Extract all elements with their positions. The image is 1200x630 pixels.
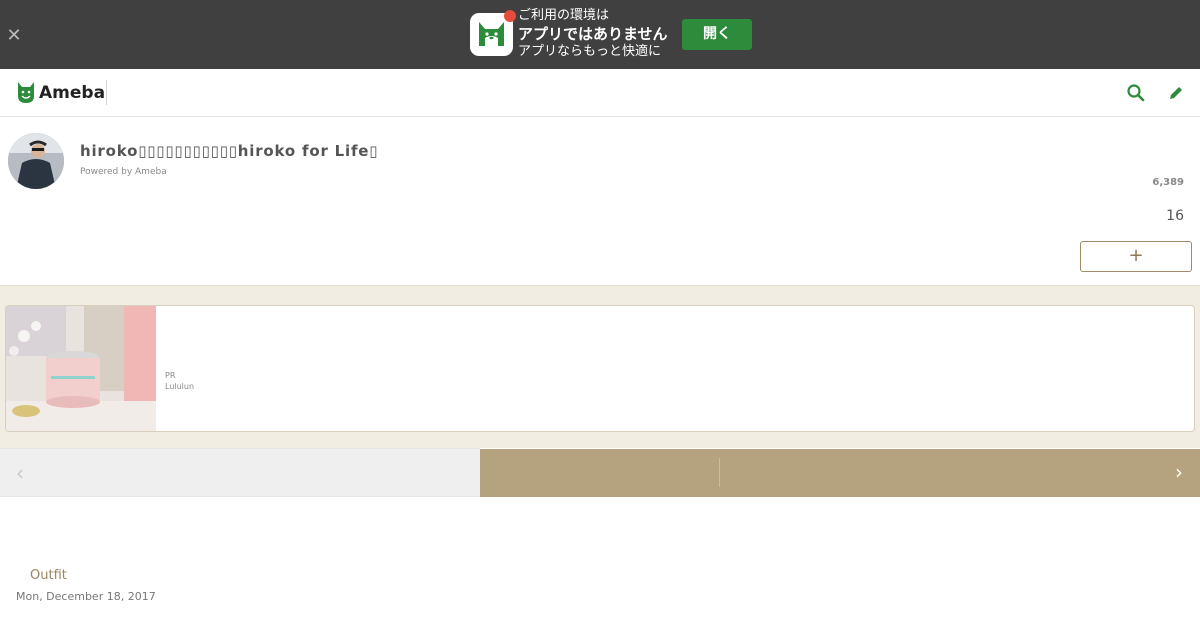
ad-pr-label: PR [165, 371, 176, 380]
pager-divider [719, 458, 720, 487]
blog-title[interactable]: hiroko▯▯▯▯▯▯▯▯▯▯▯hiroko for Life▯ [80, 142, 378, 160]
follower-count: 6,389 [1152, 177, 1184, 188]
banner-line-3: アプリならもっと快適に [518, 44, 662, 59]
app-banner: ✕ ご利用の環境は アプリではありません アプリならもっと快適に 開く [0, 0, 1200, 69]
ad-brand: Lululun [165, 382, 195, 391]
ameba-mascot-icon [18, 82, 34, 103]
ad-card[interactable]: PR Lululun [5, 305, 1195, 432]
chevron-right-icon: › [1175, 460, 1183, 484]
avatar[interactable] [8, 133, 64, 189]
next-entry-button[interactable]: › [480, 449, 1200, 497]
powered-by: Powered by Ameba [80, 167, 167, 177]
close-icon[interactable]: ✕ [6, 27, 22, 45]
notification-badge [504, 10, 516, 22]
header-divider [106, 80, 107, 105]
chevron-left-icon: ‹ [16, 461, 24, 485]
logo-text: Ameba [39, 83, 106, 103]
blog-profile: hiroko▯▯▯▯▯▯▯▯▯▯▯hiroko for Life▯ Powere… [0, 117, 1200, 285]
ad-product-image [6, 306, 156, 431]
search-icon[interactable] [1126, 83, 1146, 103]
ad-section: PR Lululun [0, 285, 1200, 448]
ameba-logo[interactable]: Ameba [16, 80, 105, 106]
banner-line-2: アプリではありません [518, 25, 668, 43]
entry-pager: ‹ › [0, 448, 1200, 497]
entry-theme-link[interactable]: Outfit [30, 568, 67, 583]
banner-line-1: ご利用の環境は [518, 8, 610, 23]
entry-date: Mon, December 18, 2017 [16, 590, 156, 603]
previous-entry-button[interactable]: ‹ [0, 448, 480, 497]
open-app-button[interactable]: 開く [682, 19, 752, 50]
secondary-count: 16 [1166, 208, 1184, 224]
banner-message: ご利用の環境は アプリではありません アプリならもっと快適に [518, 7, 668, 61]
pencil-icon[interactable] [1166, 83, 1186, 103]
follow-button[interactable]: + [1080, 241, 1192, 272]
site-header: Ameba [0, 69, 1200, 117]
